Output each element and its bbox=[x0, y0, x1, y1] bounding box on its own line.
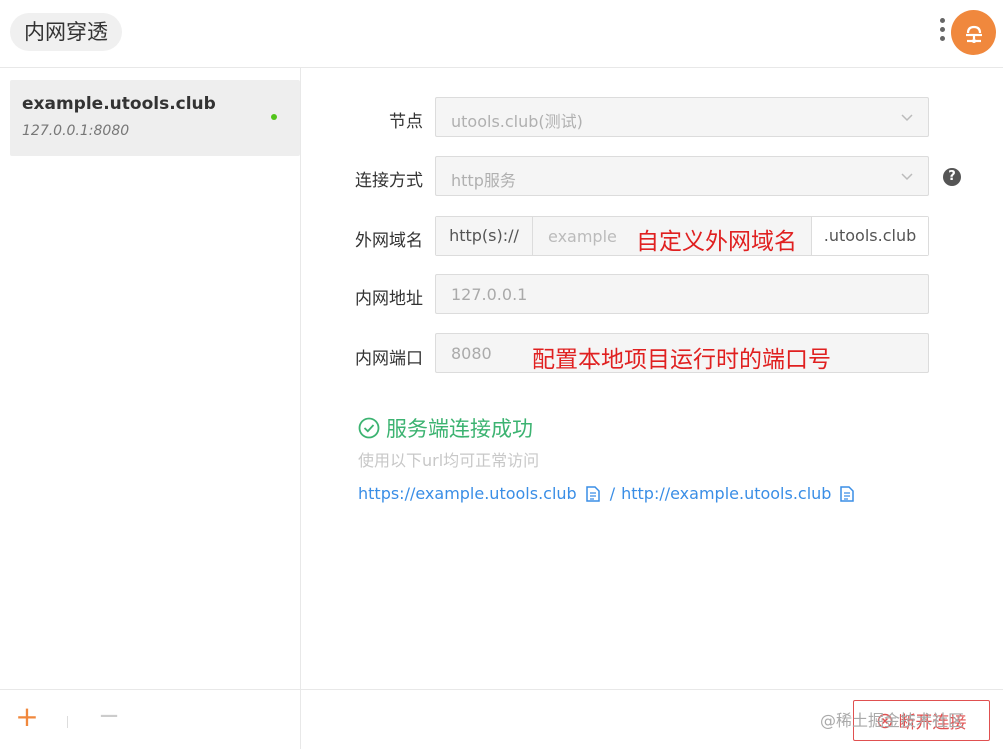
copy-icon[interactable] bbox=[840, 485, 855, 502]
domain-annotation: 自定义外网域名 bbox=[636, 229, 797, 255]
url-separator: / bbox=[609, 484, 616, 503]
chevron-down-icon bbox=[901, 173, 913, 181]
url-hint: 使用以下url均可正常访问 bbox=[358, 451, 540, 470]
port-annotation: 配置本地项目运行时的端口号 bbox=[532, 347, 831, 373]
cloud-network-icon bbox=[965, 25, 982, 43]
copy-icon[interactable] bbox=[585, 485, 600, 502]
app-header: 内网穿透 bbox=[0, 0, 1003, 68]
watermark: @稀土掘金技术社区 bbox=[820, 711, 965, 730]
local-port-label: 内网端口 bbox=[355, 349, 423, 369]
remove-tunnel-button[interactable]: − bbox=[96, 703, 122, 730]
tunnel-address: 127.0.0.1:8080 bbox=[22, 123, 130, 139]
check-circle-icon bbox=[358, 417, 380, 439]
success-message: 服务端连接成功 bbox=[386, 417, 533, 441]
avatar[interactable] bbox=[951, 10, 996, 55]
domain-label: 外网域名 bbox=[355, 231, 423, 251]
sidebar: example.utools.club 127.0.0.1:8080 + − bbox=[0, 68, 301, 749]
connection-label: 连接方式 bbox=[355, 171, 423, 191]
sidebar-item-tunnel[interactable]: example.utools.club 127.0.0.1:8080 bbox=[10, 80, 300, 156]
node-label: 节点 bbox=[389, 112, 423, 132]
domain-prefix: http(s):// bbox=[436, 217, 533, 255]
http-url-link[interactable]: http://example.utools.club bbox=[621, 484, 831, 503]
domain-suffix: .utools.club bbox=[811, 217, 928, 255]
divider bbox=[67, 716, 68, 728]
add-tunnel-button[interactable]: + bbox=[14, 703, 40, 731]
tunnel-domain: example.utools.club bbox=[22, 94, 216, 114]
local-address-input[interactable] bbox=[435, 274, 929, 314]
more-vertical-icon[interactable] bbox=[935, 18, 949, 46]
https-url-link[interactable]: https://example.utools.club bbox=[358, 484, 577, 503]
help-icon[interactable]: ? bbox=[943, 168, 961, 186]
node-select[interactable]: utools.club(测试) bbox=[435, 97, 929, 137]
status-dot bbox=[271, 114, 277, 120]
connection-select-value: http服务 bbox=[451, 171, 516, 190]
connection-success: 服务端连接成功 bbox=[358, 413, 533, 443]
chevron-down-icon bbox=[901, 114, 913, 122]
sidebar-footer: + − bbox=[0, 689, 300, 749]
url-links: https://example.utools.club / http://exa… bbox=[358, 484, 862, 503]
connection-select[interactable]: http服务 bbox=[435, 156, 929, 196]
page-title: 内网穿透 bbox=[10, 13, 122, 51]
local-address-label: 内网地址 bbox=[355, 289, 423, 309]
node-select-value: utools.club(测试) bbox=[451, 112, 583, 131]
